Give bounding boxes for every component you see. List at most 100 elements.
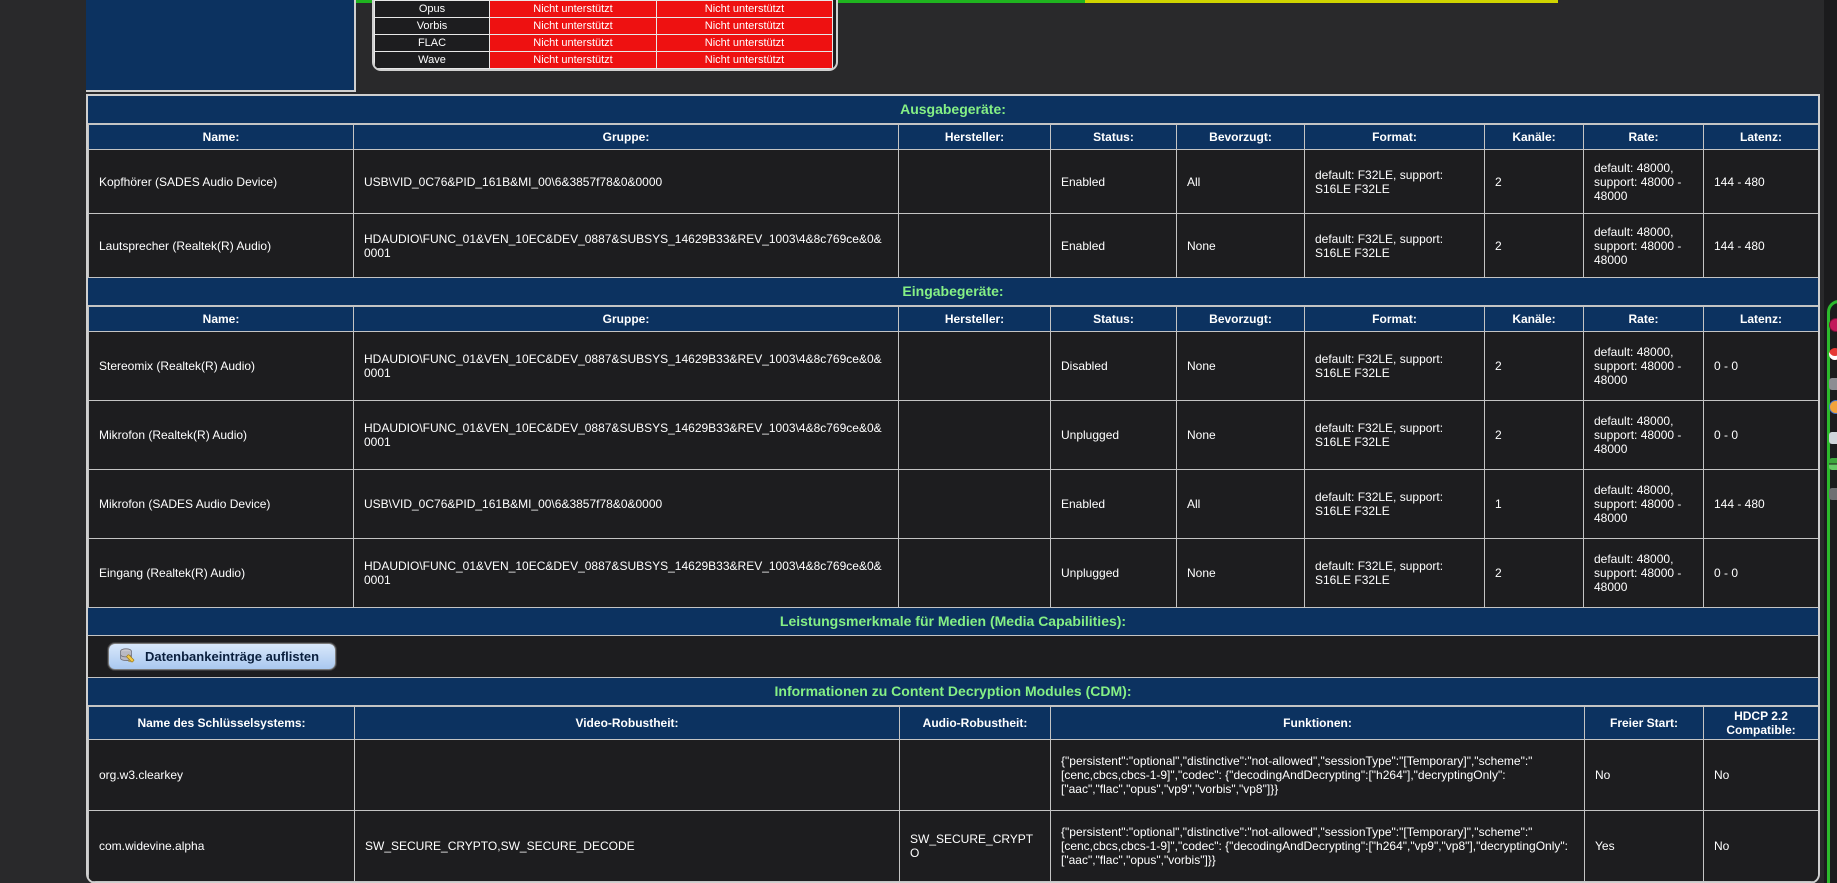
- media-section: Ausgabegeräte: Name: Gruppe: Hersteller:…: [86, 94, 1820, 883]
- cell-name: Mikrofon (Realtek(R) Audio): [89, 401, 354, 470]
- about-support-media-page: Opus Nicht unterstützt Nicht unterstützt…: [0, 0, 1837, 883]
- codec-support-cell: Nicht unterstützt: [490, 52, 657, 69]
- col-header-bevorzugt: Bevorzugt:: [1177, 125, 1305, 150]
- col-header-latenz: Latenz:: [1704, 125, 1819, 150]
- cell-format: default: F32LE, support: S16LE F32LE: [1305, 470, 1485, 539]
- database-icon: [119, 648, 136, 664]
- col-header-latenz: Latenz:: [1704, 307, 1819, 332]
- cell-hersteller: [899, 214, 1051, 278]
- clipped-app-icon-3[interactable]: [1829, 378, 1837, 390]
- cell-rate: default: 48000, support: 48000 - 48000: [1584, 214, 1704, 278]
- cell-format: default: F32LE, support: S16LE F32LE: [1305, 214, 1485, 278]
- cell-gruppe: HDAUDIO\FUNC_01&VEN_10EC&DEV_0887&SUBSYS…: [354, 332, 899, 401]
- cell-hersteller: [899, 401, 1051, 470]
- col-header-bevorzugt: Bevorzugt:: [1177, 307, 1305, 332]
- list-database-entries-label: Datenbankeinträge auflisten: [145, 649, 319, 664]
- col-header-format: Format:: [1305, 125, 1485, 150]
- cell-format: default: F32LE, support: S16LE F32LE: [1305, 150, 1485, 214]
- codec-support-cell: Nicht unterstützt: [657, 52, 833, 69]
- codec-support-cell: Nicht unterstützt: [657, 18, 833, 35]
- codec-name: Wave: [375, 52, 490, 69]
- list-database-entries-button[interactable]: Datenbankeinträge auflisten: [108, 643, 336, 670]
- col-header-gruppe: Gruppe:: [354, 125, 899, 150]
- cell-latenz: 144 - 480: [1704, 150, 1819, 214]
- cell-format: default: F32LE, support: S16LE F32LE: [1305, 539, 1485, 608]
- cell-kanaele: 2: [1485, 401, 1584, 470]
- cdm-header-row: Name des Schlüsselsystems: Video-Robusth…: [89, 707, 1819, 740]
- cell-hersteller: [899, 539, 1051, 608]
- cell-bevorzugt: None: [1177, 401, 1305, 470]
- cell-audio-robustness: SW_SECURE_CRYPTO: [900, 811, 1051, 882]
- cell-key-system: org.w3.clearkey: [89, 740, 355, 811]
- cell-name: Stereomix (Realtek(R) Audio): [89, 332, 354, 401]
- cell-status: Enabled: [1051, 214, 1177, 278]
- col-header-gruppe: Gruppe:: [354, 307, 899, 332]
- col-header-hersteller: Hersteller:: [899, 125, 1051, 150]
- cell-latenz: 0 - 0: [1704, 401, 1819, 470]
- cell-format: default: F32LE, support: S16LE F32LE: [1305, 401, 1485, 470]
- cell-hersteller: [899, 150, 1051, 214]
- table-row: Kopfhörer (SADES Audio Device) USB\VID_0…: [89, 150, 1819, 214]
- col-header-video-robustness: Video-Robustheit:: [355, 707, 900, 740]
- cell-video-robustness: SW_SECURE_CRYPTO,SW_SECURE_DECODE: [355, 811, 900, 882]
- media-capabilities-row: Datenbankeinträge auflisten: [88, 636, 1818, 678]
- cell-bevorzugt: None: [1177, 332, 1305, 401]
- clipped-app-icon-2[interactable]: [1829, 348, 1837, 360]
- col-header-hdcp: HDCP 2.2 Compatible:: [1704, 707, 1819, 740]
- cell-gruppe: HDAUDIO\FUNC_01&VEN_10EC&DEV_0887&SUBSYS…: [354, 214, 899, 278]
- cell-clear-lead: No: [1585, 740, 1704, 811]
- cell-kanaele: 1: [1485, 470, 1584, 539]
- table-row: org.w3.clearkey {"persistent":"optional"…: [89, 740, 1819, 811]
- cell-rate: default: 48000, support: 48000 - 48000: [1584, 470, 1704, 539]
- cell-name: Kopfhörer (SADES Audio Device): [89, 150, 354, 214]
- codec-name: FLAC: [375, 35, 490, 52]
- col-header-capabilities: Funktionen:: [1051, 707, 1585, 740]
- cell-rate: default: 48000, support: 48000 - 48000: [1584, 401, 1704, 470]
- cell-name: Mikrofon (SADES Audio Device): [89, 470, 354, 539]
- codec-row: Opus Nicht unterstützt Nicht unterstützt: [375, 1, 833, 18]
- cell-rate: default: 48000, support: 48000 - 48000: [1584, 539, 1704, 608]
- table-row: Eingang (Realtek(R) Audio) HDAUDIO\FUNC_…: [89, 539, 1819, 608]
- codec-support-cell: Nicht unterstützt: [490, 18, 657, 35]
- table-row: Mikrofon (Realtek(R) Audio) HDAUDIO\FUNC…: [89, 401, 1819, 470]
- input-devices-header-row: Name: Gruppe: Hersteller: Status: Bevorz…: [89, 307, 1819, 332]
- cell-name: Eingang (Realtek(R) Audio): [89, 539, 354, 608]
- cell-bevorzugt: None: [1177, 539, 1305, 608]
- cell-name: Lautsprecher (Realtek(R) Audio): [89, 214, 354, 278]
- cell-rate: default: 48000, support: 48000 - 48000: [1584, 150, 1704, 214]
- cell-format: default: F32LE, support: S16LE F32LE: [1305, 332, 1485, 401]
- col-header-name: Name:: [89, 125, 354, 150]
- cell-hdcp: No: [1704, 740, 1819, 811]
- codec-support-cell: Nicht unterstützt: [657, 35, 833, 52]
- codec-support-table: Opus Nicht unterstützt Nicht unterstützt…: [372, 0, 838, 71]
- col-header-rate: Rate:: [1584, 307, 1704, 332]
- cell-hersteller: [899, 470, 1051, 539]
- col-header-name: Name:: [89, 307, 354, 332]
- clipped-app-icon-6[interactable]: [1829, 458, 1837, 470]
- cell-bevorzugt: All: [1177, 150, 1305, 214]
- output-devices-table: Name: Gruppe: Hersteller: Status: Bevorz…: [88, 124, 1819, 278]
- table-row: Mikrofon (SADES Audio Device) USB\VID_0C…: [89, 470, 1819, 539]
- cell-rate: default: 48000, support: 48000 - 48000: [1584, 332, 1704, 401]
- cell-video-robustness: [355, 740, 900, 811]
- codec-row: FLAC Nicht unterstützt Nicht unterstützt: [375, 35, 833, 52]
- col-header-kanaele: Kanäle:: [1485, 125, 1584, 150]
- input-devices-table: Name: Gruppe: Hersteller: Status: Bevorz…: [88, 306, 1819, 608]
- cell-gruppe: HDAUDIO\FUNC_01&VEN_10EC&DEV_0887&SUBSYS…: [354, 401, 899, 470]
- cell-status: Enabled: [1051, 150, 1177, 214]
- output-devices-title: Ausgabegeräte:: [88, 96, 1818, 124]
- codec-support-cell: Nicht unterstützt: [490, 35, 657, 52]
- col-header-status: Status:: [1051, 307, 1177, 332]
- col-header-format: Format:: [1305, 307, 1485, 332]
- media-capabilities-title: Leistungsmerkmale für Medien (Media Capa…: [88, 608, 1818, 636]
- input-devices-title: Eingabegeräte:: [88, 278, 1818, 306]
- col-header-rate: Rate:: [1584, 125, 1704, 150]
- clipped-app-icon-7[interactable]: [1829, 488, 1837, 500]
- codec-support-cell: Nicht unterstützt: [657, 1, 833, 18]
- cdm-table: Name des Schlüsselsystems: Video-Robusth…: [88, 706, 1819, 882]
- clipped-app-icon-4[interactable]: [1829, 400, 1837, 414]
- cell-hdcp: No: [1704, 811, 1819, 882]
- clipped-app-icon-1[interactable]: [1829, 318, 1837, 332]
- clipped-app-icon-5[interactable]: [1829, 432, 1837, 444]
- cutoff-table-cell: [86, 0, 356, 92]
